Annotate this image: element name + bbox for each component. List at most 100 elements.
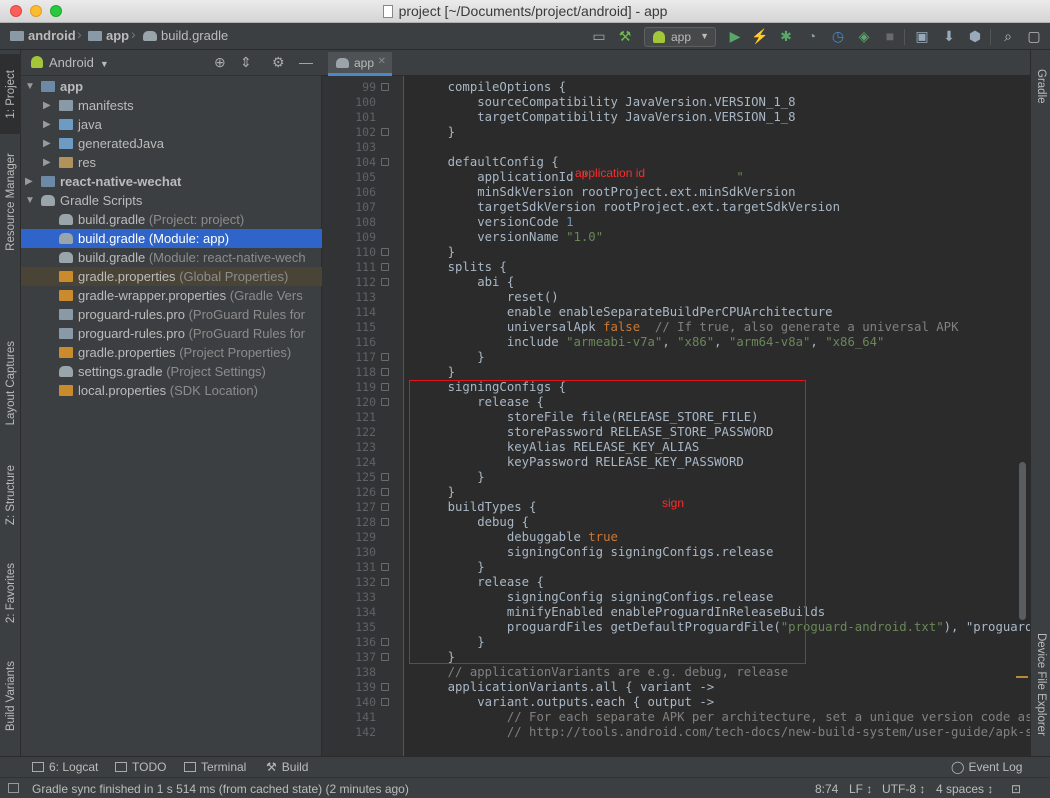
apply-changes-icon[interactable]: ⚡ xyxy=(751,27,769,45)
profile-icon[interactable]: ◔ xyxy=(803,27,821,45)
lock-icon[interactable]: ⊡ xyxy=(1011,782,1021,796)
code-line[interactable]: 109 versionName "1.0" xyxy=(322,230,1030,245)
code-line[interactable]: 108 versionCode 1 xyxy=(322,215,1030,230)
fold-marker-icon[interactable] xyxy=(381,638,389,646)
fold-marker-icon[interactable] xyxy=(381,683,389,691)
fold-marker-icon[interactable] xyxy=(381,473,389,481)
tool-tab-resource-manager[interactable]: Resource Manager xyxy=(0,142,21,262)
tree-item-app[interactable]: ▼ app xyxy=(21,77,322,96)
code-line[interactable]: 115 universalApk false // If true, also … xyxy=(322,320,1030,335)
tree-item-settings-gradle[interactable]: settings.gradle (Project Settings) xyxy=(21,362,322,381)
event-log-tool-button[interactable]: ◯ Event Log xyxy=(951,760,1022,774)
editor-scrollbar-thumb[interactable] xyxy=(1019,462,1026,620)
fold-marker-icon[interactable] xyxy=(381,503,389,511)
breadcrumb-build-gradle[interactable]: build.gradle xyxy=(143,28,228,43)
fold-marker-icon[interactable] xyxy=(381,278,389,286)
code-line[interactable]: 100 sourceCompatibility JavaVersion.VERS… xyxy=(322,95,1030,110)
tree-item-proguard-rules-2[interactable]: proguard-rules.pro (ProGuard Rules for xyxy=(21,324,322,343)
code-line[interactable]: 118 } xyxy=(322,365,1030,380)
code-line[interactable]: 113 reset() xyxy=(322,290,1030,305)
project-view-selector[interactable]: Android ▼ xyxy=(31,55,109,70)
fold-marker-icon[interactable] xyxy=(381,563,389,571)
hide-panel-icon[interactable]: — xyxy=(299,54,313,70)
search-icon[interactable]: ⌕ xyxy=(999,27,1017,45)
code-line[interactable]: 105 applicationId " " xyxy=(322,170,1030,185)
encoding-selector[interactable]: UTF-8 ↕ xyxy=(882,782,925,796)
tree-item-java[interactable]: ▶ java xyxy=(21,115,322,134)
code-line[interactable]: 142 // http://tools.android.com/tech-doc… xyxy=(322,725,1050,740)
fold-marker-icon[interactable] xyxy=(381,488,389,496)
tree-item-res[interactable]: ▶ res xyxy=(21,153,322,172)
tool-tab-layout-captures[interactable]: Layout Captures xyxy=(0,330,21,436)
logcat-tool-button[interactable]: 6: Logcat xyxy=(32,760,98,774)
line-separator-selector[interactable]: LF ↕ xyxy=(849,782,872,796)
code-line[interactable]: 114 enable enableSeparateBuildPerCPUArch… xyxy=(322,305,1030,320)
code-editor[interactable]: app ✕ 99 compileOptions {100 sourceCompat… xyxy=(322,50,1050,756)
attach-debugger-icon[interactable]: ◷ xyxy=(829,27,847,45)
code-line[interactable]: 141 // For each separate APK per archite… xyxy=(322,710,1050,725)
sdk-manager-icon[interactable]: ⬇ xyxy=(940,27,958,45)
tree-item-gradle-scripts[interactable]: ▼ Gradle Scripts xyxy=(21,191,322,210)
panel-toggle-icon[interactable] xyxy=(8,783,19,793)
make-project-hammer-icon[interactable]: ⚒ xyxy=(616,27,634,45)
tree-item-build-gradle-project[interactable]: build.gradle (Project: project) xyxy=(21,210,322,229)
tool-tab-structure[interactable]: Z: Structure xyxy=(0,452,21,538)
breadcrumb-app[interactable]: app xyxy=(88,28,129,43)
fold-marker-icon[interactable] xyxy=(381,398,389,406)
status-message[interactable]: Gradle sync finished in 1 s 514 ms (from… xyxy=(32,782,409,796)
code-line[interactable]: 116 include "armeabi-v7a", "x86", "arm64… xyxy=(322,335,1030,350)
fold-marker-icon[interactable] xyxy=(381,578,389,586)
fold-marker-icon[interactable] xyxy=(381,383,389,391)
code-line[interactable]: 139 applicationVariants.all { variant -> xyxy=(322,680,1030,695)
code-line[interactable]: 106 minSdkVersion rootProject.ext.minSdk… xyxy=(322,185,1030,200)
run-icon[interactable]: ▶ xyxy=(726,27,744,45)
tree-item-build-gradle-app[interactable]: build.gradle (Module: app) xyxy=(21,229,322,248)
tree-item-gradle-properties-project[interactable]: gradle.properties (Project Properties) xyxy=(21,343,322,362)
breadcrumb-android[interactable]: android xyxy=(10,28,76,43)
code-line[interactable]: 101 targetCompatibility JavaVersion.VERS… xyxy=(322,110,1030,125)
code-line[interactable]: 112 abi { xyxy=(322,275,1030,290)
tree-item-gradle-wrapper-properties[interactable]: gradle-wrapper.properties (Gradle Vers xyxy=(21,286,322,305)
code-line[interactable]: 138 // applicationVariants are e.g. debu… xyxy=(322,665,1030,680)
tree-item-manifests[interactable]: ▶ manifests xyxy=(21,96,322,115)
fold-marker-icon[interactable] xyxy=(381,263,389,271)
tree-item-proguard-rules-1[interactable]: proguard-rules.pro (ProGuard Rules for xyxy=(21,305,322,324)
fold-marker-icon[interactable] xyxy=(381,248,389,256)
project-structure-icon[interactable]: ⬢ xyxy=(966,27,984,45)
tree-item-generated-java[interactable]: ▶ generatedJava xyxy=(21,134,322,153)
fold-marker-icon[interactable] xyxy=(381,128,389,136)
sync-project-icon[interactable]: ▭ xyxy=(590,27,608,45)
code-line[interactable]: 103 xyxy=(322,140,1030,155)
locate-target-icon[interactable]: ⊕ xyxy=(214,54,226,71)
fold-marker-icon[interactable] xyxy=(381,353,389,361)
tool-tab-build-variants[interactable]: Build Variants xyxy=(0,650,21,742)
gear-icon[interactable]: ⚙ xyxy=(272,54,285,71)
code-line[interactable]: 104 defaultConfig { xyxy=(322,155,1030,170)
editor-tab-app[interactable]: app ✕ xyxy=(328,52,392,76)
fold-marker-icon[interactable] xyxy=(381,518,389,526)
error-stripe-marker[interactable] xyxy=(1016,676,1028,678)
code-line[interactable]: 102 } xyxy=(322,125,1030,140)
indent-selector[interactable]: 4 spaces ↕ xyxy=(936,782,993,796)
fold-marker-icon[interactable] xyxy=(381,83,389,91)
debug-bug-icon[interactable]: ✱ xyxy=(777,27,795,45)
toggle-panels-icon[interactable]: ▢ xyxy=(1025,27,1043,45)
attach-process-icon[interactable]: ◈ xyxy=(855,27,873,45)
fold-marker-icon[interactable] xyxy=(381,368,389,376)
terminal-tool-button[interactable]: Terminal xyxy=(184,760,246,774)
code-line[interactable]: 117 } xyxy=(322,350,1030,365)
stop-icon[interactable]: ■ xyxy=(881,27,899,45)
code-line[interactable]: 99 compileOptions { xyxy=(322,80,1030,95)
build-tool-button[interactable]: ⚒ Build xyxy=(266,760,308,774)
tool-tab-favorites[interactable]: 2: Favorites xyxy=(0,550,21,636)
code-line[interactable]: 111 splits { xyxy=(322,260,1030,275)
tool-tab-gradle[interactable]: Gradle xyxy=(1031,58,1050,114)
code-line[interactable]: 140 variant.outputs.each { output -> xyxy=(322,695,1030,710)
tree-item-local-properties[interactable]: local.properties (SDK Location) xyxy=(21,381,322,400)
tree-item-react-native-wechat[interactable]: ▶ react-native-wechat xyxy=(21,172,322,191)
tree-item-build-gradle-wechat[interactable]: build.gradle (Module: react-native-wech xyxy=(21,248,322,267)
avd-manager-icon[interactable]: ▣ xyxy=(913,27,931,45)
tree-item-gradle-properties-global[interactable]: gradle.properties (Global Properties) xyxy=(21,267,322,286)
fold-marker-icon[interactable] xyxy=(381,653,389,661)
tool-tab-device-file-explorer[interactable]: Device File Explorer xyxy=(1031,624,1050,744)
